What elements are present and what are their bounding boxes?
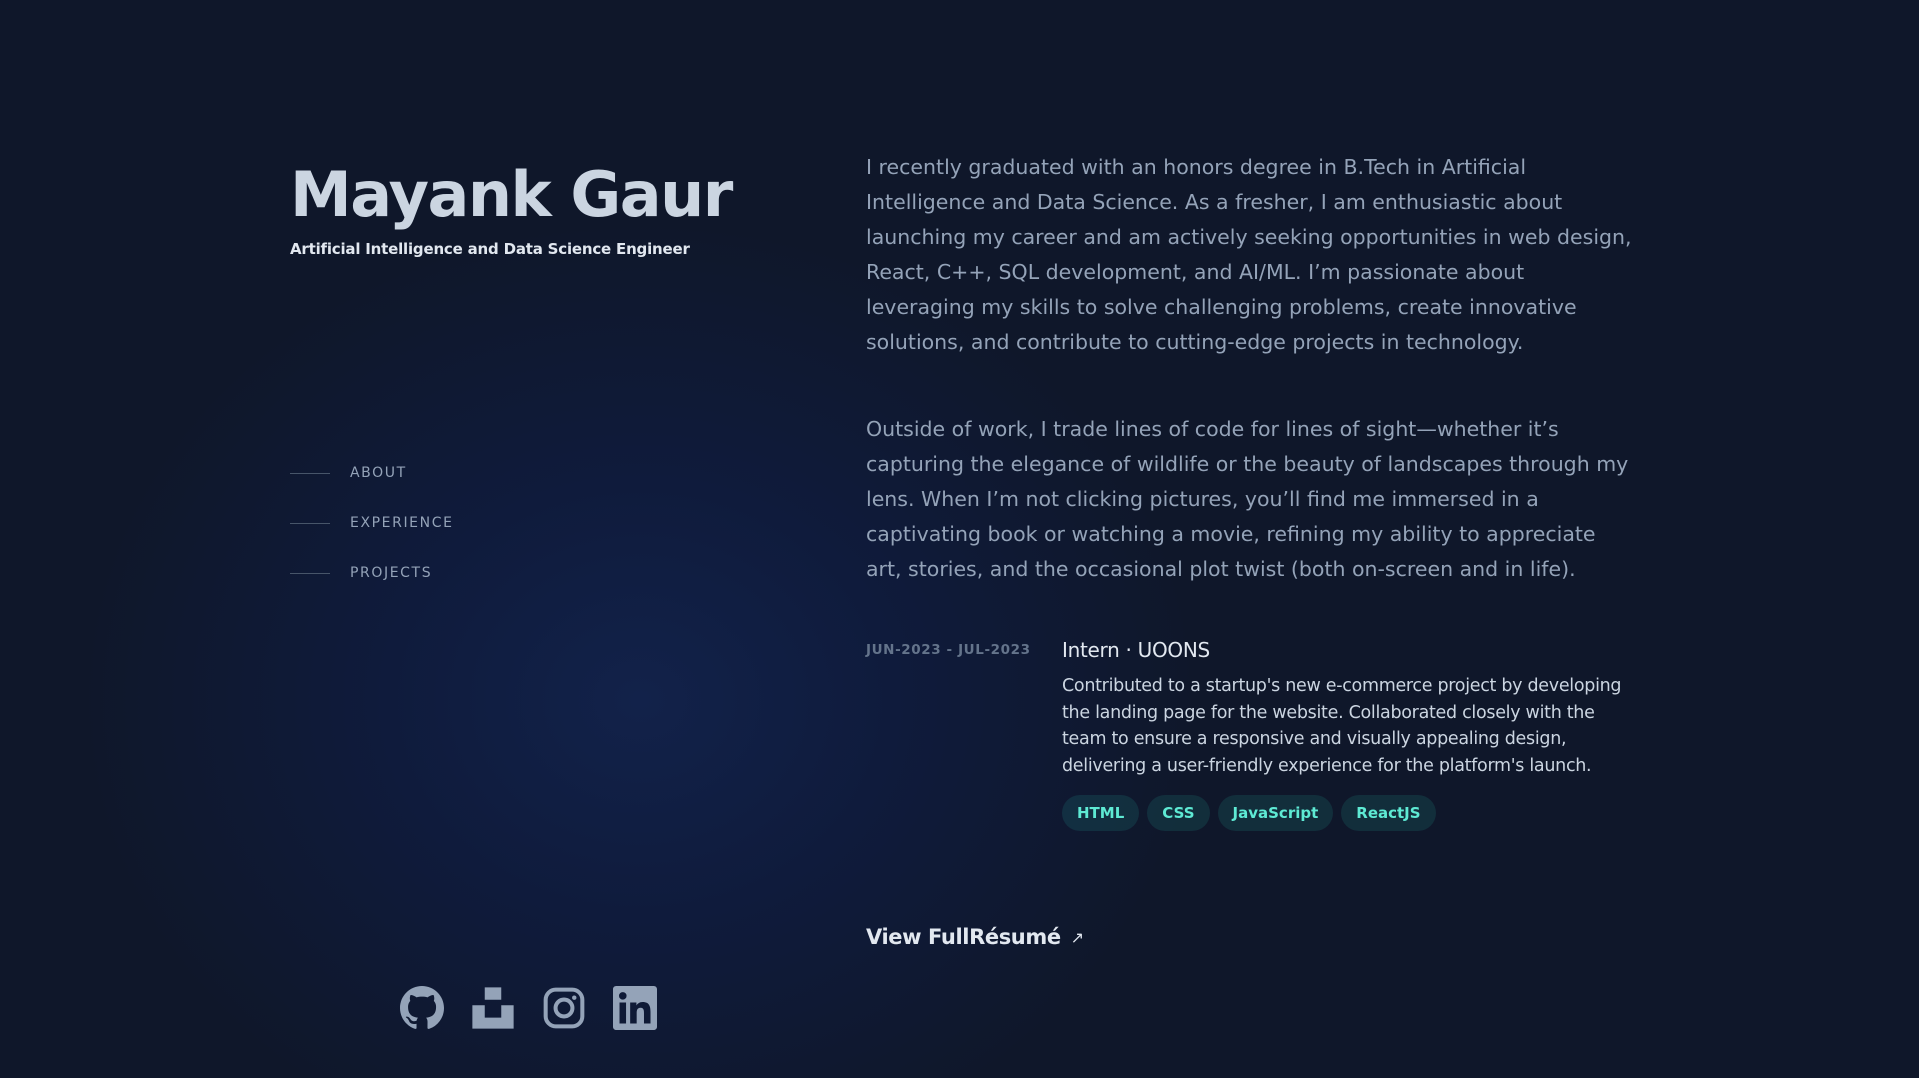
unsplash-link[interactable] xyxy=(471,986,515,1030)
tech-tag: HTML xyxy=(1062,795,1140,831)
linkedin-icon xyxy=(613,986,657,1030)
nav-item-label: ABOUT xyxy=(350,465,407,481)
view-resume-label: View FullRésumé xyxy=(866,925,1061,949)
experience-date: JUN-2023 - JUL-2023 xyxy=(866,642,1031,658)
section-nav: ABOUT EXPERIENCE PROJECTS xyxy=(290,448,454,598)
tech-tag: JavaScript xyxy=(1217,795,1334,831)
header: Mayank Gaur Artificial Intelligence and … xyxy=(290,150,810,258)
experience-body: Intern · UOONS Contributed to a startup'… xyxy=(1062,637,1622,831)
arrow-up-right-icon: ↗ xyxy=(1070,927,1084,947)
page-title: Mayank Gaur xyxy=(290,158,733,231)
experience-title: Intern · UOONS xyxy=(1062,638,1210,662)
about-section: I recently graduated with an honors degr… xyxy=(866,150,1636,587)
github-icon xyxy=(400,986,444,1029)
nav-item-projects[interactable]: PROJECTS xyxy=(290,548,454,598)
github-link[interactable] xyxy=(400,986,444,1030)
view-resume-link[interactable]: View FullRésumé ↗ xyxy=(866,925,1084,949)
instagram-link[interactable] xyxy=(542,986,586,1030)
nav-item-label: EXPERIENCE xyxy=(350,515,454,531)
tech-tag: ReactJS xyxy=(1341,795,1436,831)
social-links xyxy=(400,986,657,1030)
nav-item-about[interactable]: ABOUT xyxy=(290,448,454,498)
tech-tags: HTML CSS JavaScript ReactJS xyxy=(1062,795,1622,831)
experience-card[interactable]: JUN-2023 - JUL-2023 Intern · UOONS Contr… xyxy=(866,637,1636,867)
nav-item-label: PROJECTS xyxy=(350,565,433,581)
subtitle-role: Artificial Intelligence and Data Science… xyxy=(290,240,690,258)
about-paragraph: I recently graduated with an honors degr… xyxy=(866,155,1632,354)
nav-indicator-line xyxy=(290,472,330,474)
unsplash-icon xyxy=(472,987,514,1029)
nav-indicator-line xyxy=(290,522,330,524)
nav-item-experience[interactable]: EXPERIENCE xyxy=(290,498,454,548)
experience-description: Contributed to a startup's new e-commerc… xyxy=(1062,676,1622,776)
nav-indicator-line xyxy=(290,572,330,574)
tech-tag: CSS xyxy=(1147,795,1210,831)
linkedin-link[interactable] xyxy=(613,986,657,1030)
about-paragraph: Outside of work, I trade lines of code f… xyxy=(866,417,1629,581)
instagram-icon xyxy=(543,987,585,1029)
